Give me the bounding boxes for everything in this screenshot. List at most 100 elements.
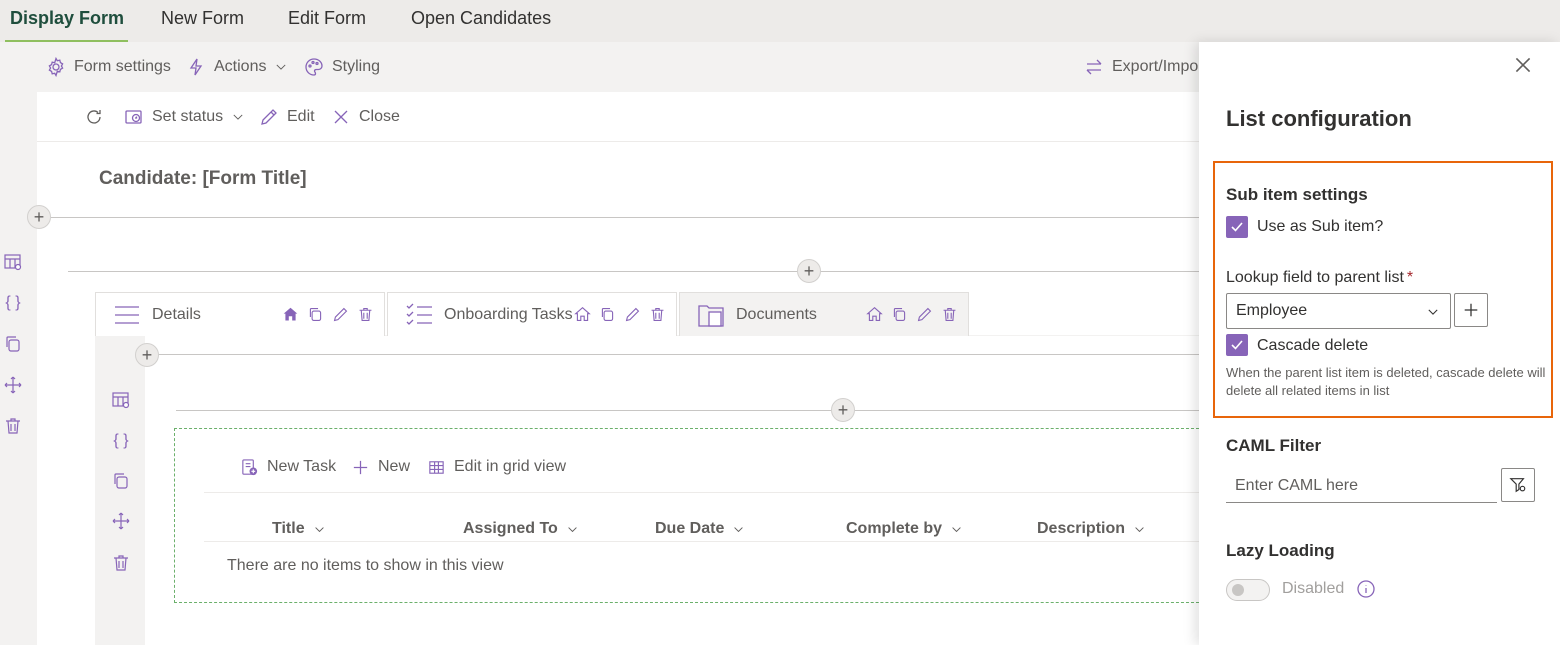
add-section-button[interactable]: + [27,205,51,229]
tab-documents[interactable]: Documents [679,292,969,336]
top-tab-bar: Display Form New Form Edit Form Open Can… [0,0,1560,42]
code-braces-icon[interactable]: { } [2,292,24,314]
column-header-assigned-to[interactable]: Assigned To [463,505,579,553]
chevron-down-icon [276,64,286,70]
checkmark-icon [1231,340,1243,350]
column-header-title[interactable]: Title [272,505,326,553]
filter-settings-icon [1509,478,1526,493]
use-as-sub-item-label: Use as Sub item? [1257,218,1384,235]
new-button[interactable]: New [351,429,410,505]
caml-filter-input[interactable] [1226,469,1497,503]
caml-filter-heading: CAML Filter [1226,436,1322,455]
trash-icon[interactable] [2,415,24,437]
palette-icon [305,58,323,76]
edit-grid-button[interactable]: Edit in grid view [427,429,566,505]
copy-icon[interactable] [2,333,24,355]
cascade-delete-help: When the parent list item is deleted, ca… [1226,365,1546,398]
add-section-button[interactable]: + [135,343,159,367]
column-header-description[interactable]: Description [1037,505,1146,553]
trash-icon[interactable] [357,306,374,323]
divider [51,217,1200,218]
tab-label: Documents [736,305,817,323]
status-icon [125,110,142,124]
pencil-icon[interactable] [916,306,933,323]
tab-details[interactable]: Details [95,292,385,336]
tab-new-form[interactable]: New Form [161,0,244,42]
trash-icon[interactable] [941,306,958,323]
trash-icon[interactable] [649,306,666,323]
form-canvas: Set status Edit Close Candidate: [Form T… [37,92,1204,645]
pencil-icon[interactable] [332,306,349,323]
lookup-field-label: Lookup field to parent list * [1226,269,1414,286]
use-as-sub-item-checkbox[interactable] [1226,216,1248,238]
home-icon[interactable] [866,306,883,323]
new-label: New [378,458,411,475]
table-settings-icon[interactable] [110,389,132,411]
gear-icon [48,57,64,77]
move-icon[interactable] [110,510,132,532]
divider [176,410,1200,411]
tab-open-candidates[interactable]: Open Candidates [411,0,551,42]
tab-label: Onboarding Tasks [444,305,573,323]
table-settings-icon[interactable] [2,251,24,273]
tab-edit-form[interactable]: Edit Form [288,0,366,42]
checklist-icon [406,303,432,325]
add-lookup-button[interactable] [1454,293,1488,327]
plus-icon [1464,303,1478,317]
lazy-loading-toggle[interactable] [1226,579,1270,601]
home-icon[interactable] [282,306,299,323]
edit-grid-label: Edit in grid view [454,458,567,475]
chevron-down-icon [233,114,243,120]
styling-label: Styling [332,58,381,75]
actions-label: Actions [214,58,267,75]
styling-button[interactable]: Styling [304,42,380,92]
export-import-label: Export/Impo [1112,58,1199,75]
grid-icon [429,460,444,474]
form-title: Candidate: [Form Title] [99,168,307,189]
move-icon[interactable] [2,374,24,396]
new-task-button[interactable]: New Task [240,429,336,505]
edit-button[interactable]: Edit [259,92,315,142]
new-task-icon [242,458,258,475]
add-section-button[interactable]: + [831,398,855,422]
add-section-button[interactable]: + [797,259,821,283]
caml-filter-button[interactable] [1501,468,1535,502]
lookup-field-select[interactable]: Employee [1226,293,1451,329]
export-import-button[interactable]: Export/Impo [1084,42,1198,92]
trash-icon[interactable] [110,552,132,574]
home-icon[interactable] [574,306,591,323]
code-braces-icon[interactable]: { } [110,430,132,452]
refresh-icon [87,110,101,124]
divider [68,271,1200,272]
tab-display-form[interactable]: Display Form [4,0,129,42]
set-status-button[interactable]: Set status [124,92,245,142]
edit-label: Edit [287,108,315,125]
checkmark-icon [1231,222,1243,232]
cascade-delete-checkbox[interactable] [1226,334,1248,356]
required-mark: * [1406,269,1414,286]
swap-arrows-icon [1086,59,1102,75]
close-icon [334,110,348,124]
tab-onboarding-tasks[interactable]: Onboarding Tasks [387,292,677,336]
pencil-icon[interactable] [624,306,641,323]
divider [204,492,1204,493]
form-settings-label: Form settings [74,58,171,75]
column-header-due-date[interactable]: Due Date [655,505,745,553]
actions-button[interactable]: Actions [186,42,288,92]
copy-icon[interactable] [307,306,324,323]
chevron-down-icon [568,526,577,532]
copy-icon[interactable] [891,306,908,323]
command-bar: Form settings Actions Styling Export/Imp… [0,42,1200,92]
copy-icon[interactable] [110,470,132,492]
copy-icon[interactable] [599,306,616,323]
refresh-button[interactable] [84,92,104,142]
close-button[interactable]: Close [331,92,400,142]
close-icon[interactable] [1512,54,1534,76]
set-status-label: Set status [152,108,224,125]
chevron-down-icon [952,526,961,532]
divider [204,541,1204,542]
info-icon[interactable] [1356,579,1376,599]
lazy-loading-heading: Lazy Loading [1226,541,1335,560]
form-settings-button[interactable]: Form settings [46,42,171,92]
column-header-complete-by[interactable]: Complete by [846,505,963,553]
